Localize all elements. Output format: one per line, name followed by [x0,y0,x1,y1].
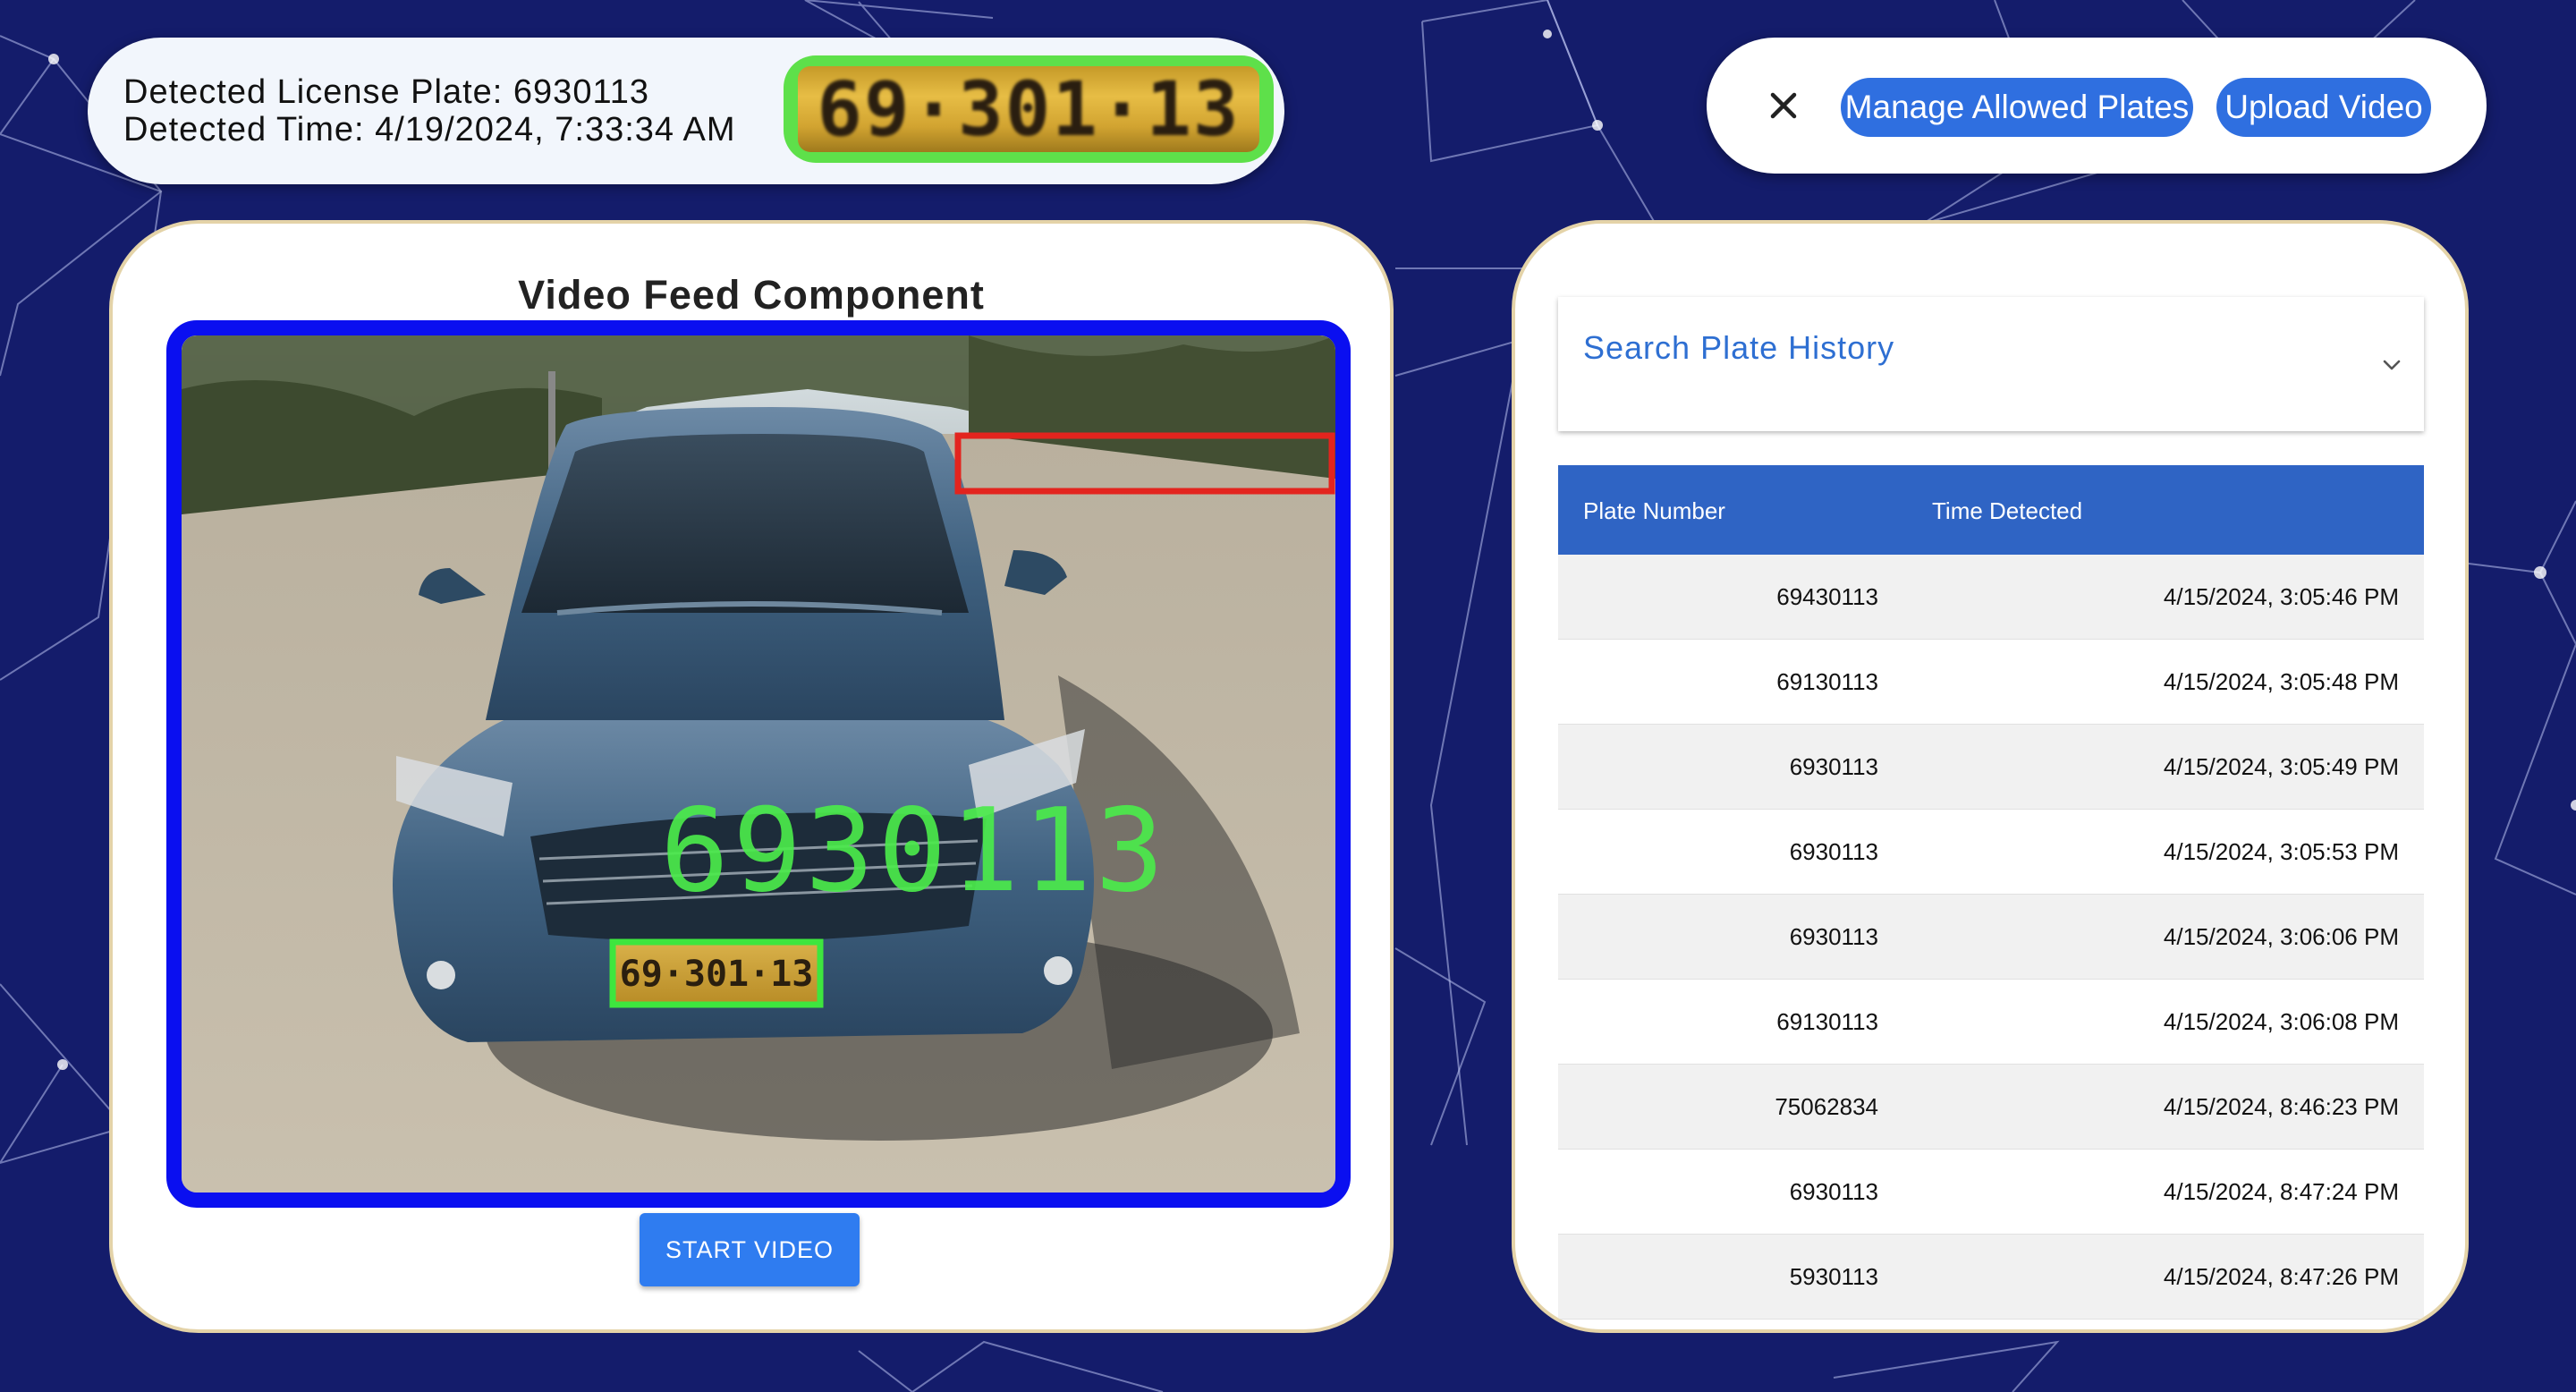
close-icon[interactable] [1760,82,1807,129]
manage-allowed-plates-button[interactable]: Manage Allowed Plates [1841,78,2193,137]
table-row[interactable]: 6930113 4/15/2024, 3:05:53 PM [1558,810,2424,895]
plate-number-cell: 6930113 [1789,1178,1878,1205]
video-feed-title: Video Feed Component [518,272,985,318]
video-feed-frame[interactable]: 69·301·13 6930113 [166,320,1351,1208]
table-row[interactable]: 69130113 4/15/2024, 3:06:08 PM [1558,980,2424,1065]
detected-time-line: Detected Time: 4/19/2024, 7:33:34 AM [123,111,736,149]
plate-history-card: Search Plate History Plate Number Time D… [1512,220,2469,1333]
plate-number-cell: 69130113 [1776,1008,1878,1035]
time-detected-cell: 4/15/2024, 8:47:26 PM [2163,1263,2399,1290]
chevron-down-icon[interactable] [2381,354,2402,376]
plate-number-cell: 6930113 [1789,838,1878,865]
plate-number-cell: 5930113 [1789,1263,1878,1290]
table-header: Plate Number Time Detected [1558,465,2424,555]
plate-number-cell: 6930113 [1789,753,1878,780]
plate-crop-text: 69·301·13 [817,65,1241,153]
plate-number-cell: 69130113 [1776,668,1878,695]
plate-crop: 69·301·13 [798,65,1259,153]
time-detected-cell: 4/15/2024, 3:05:46 PM [2163,583,2399,610]
table-row[interactable]: 6930113 4/15/2024, 3:06:06 PM [1558,895,2424,980]
time-detected-cell: 4/15/2024, 3:05:53 PM [2163,838,2399,865]
time-detected-cell: 4/15/2024, 3:05:49 PM [2163,753,2399,780]
plate-number-cell: 75062834 [1775,1093,1878,1120]
time-detected-cell: 4/15/2024, 8:47:24 PM [2163,1178,2399,1205]
table-row[interactable]: 69430113 4/15/2024, 3:05:46 PM [1558,555,2424,640]
table-row[interactable]: 6930113 4/15/2024, 8:47:24 PM [1558,1150,2424,1235]
time-detected-cell: 4/15/2024, 8:46:23 PM [2163,1093,2399,1120]
detected-plate-image: 69·301·13 [784,55,1274,163]
detection-status-panel: Detected License Plate: 6930113 Detected… [88,38,1284,184]
video-frame-image: 69·301·13 6930113 [182,335,1335,1193]
plate-history-table: Plate Number Time Detected 69430113 4/15/… [1558,465,2424,1320]
video-feed-card: Video Feed Component 69·301·13 6930113 S… [109,220,1394,1333]
time-detected-cell: 4/15/2024, 3:06:08 PM [2163,1008,2399,1035]
detection-text: Detected License Plate: 6930113 Detected… [123,73,736,149]
plate-number-cell: 69430113 [1776,583,1878,610]
table-row[interactable]: 5930113 4/15/2024, 8:47:26 PM [1558,1235,2424,1320]
table-row[interactable]: 75062834 4/15/2024, 8:46:23 PM [1558,1065,2424,1150]
overlay-plate-number: 6930113 [660,785,1167,918]
time-detected-cell: 4/15/2024, 3:06:06 PM [2163,923,2399,950]
time-detected-cell: 4/15/2024, 3:05:48 PM [2163,668,2399,695]
detected-plate-line: Detected License Plate: 6930113 [123,73,650,111]
car-plate-text: 69·301·13 [620,954,814,995]
upload-video-button[interactable]: Upload Video [2216,78,2431,137]
start-video-button[interactable]: START VIDEO [640,1213,860,1286]
search-plate-history-label: Search Plate History [1583,329,1895,366]
column-header-time-detected: Time Detected [1932,497,2083,524]
table-row[interactable]: 69130113 4/15/2024, 3:05:48 PM [1558,640,2424,725]
plate-number-cell: 6930113 [1789,923,1878,950]
table-body: 69430113 4/15/2024, 3:05:46 PM 69130113 4/1… [1558,555,2424,1320]
column-header-plate-number: Plate Number [1583,497,1725,524]
search-plate-history-accordion[interactable]: Search Plate History [1558,297,2424,431]
action-bar: Manage Allowed Plates Upload Video [1707,38,2487,174]
table-row[interactable]: 6930113 4/15/2024, 3:05:49 PM [1558,725,2424,810]
